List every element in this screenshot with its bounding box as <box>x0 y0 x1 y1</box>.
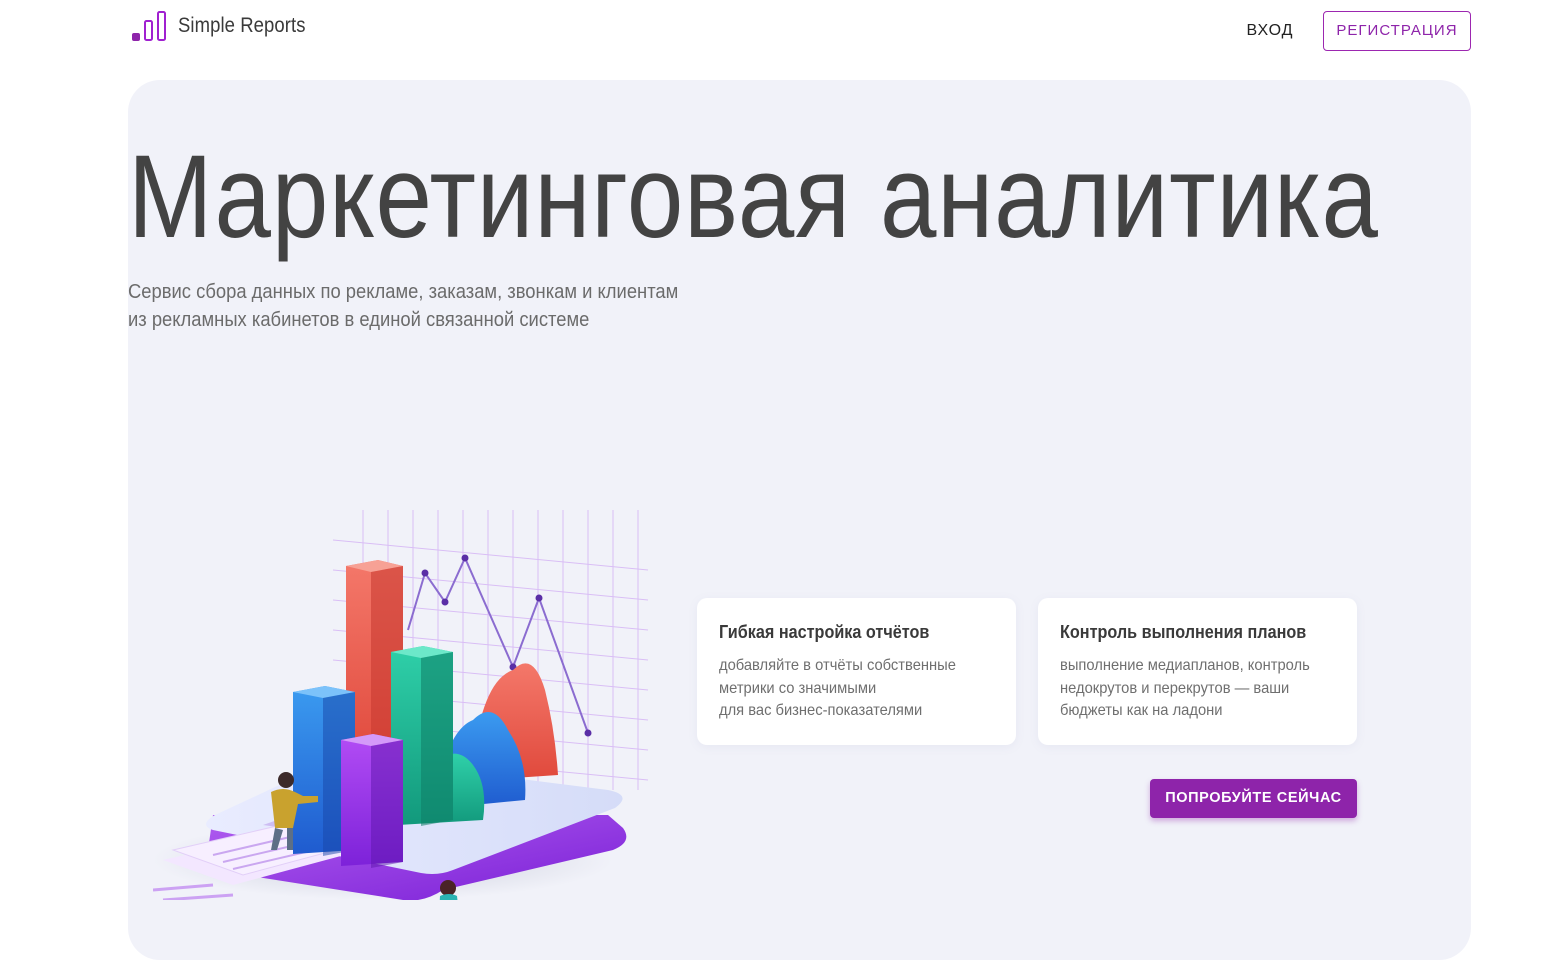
login-link[interactable]: ВХОД <box>1228 19 1312 43</box>
hero-subtitle-line: Сервис сбора данных по рекламе, заказам,… <box>128 281 679 303</box>
feature-card-text-line: бюджеты как на ладони <box>1060 702 1223 719</box>
feature-card-text-line: выполнение медиапланов, контроль <box>1060 657 1310 674</box>
site-header: Simple Reports ВХОД РЕГИСТРАЦИЯ <box>0 0 1564 62</box>
feature-card-text-line: метрики со значимыми <box>719 679 877 697</box>
try-now-button[interactable]: ПОПРОБУЙТЕ СЕЙЧАС <box>1150 779 1357 818</box>
hero-subtitle: Сервис сбора данных по рекламе, заказам,… <box>128 278 717 334</box>
feature-card-text-line: для вас бизнес-показателями <box>719 702 923 719</box>
brand-logo[interactable]: Simple Reports <box>130 10 323 42</box>
feature-card-text-line: недокрутов и перекрутов — ваши <box>1060 679 1290 697</box>
feature-card-plans: Контроль выполнения планов выполнение ме… <box>1038 598 1357 745</box>
feature-card-text-line: добавляйте в отчёты собственные <box>719 657 956 674</box>
feature-card-reports: Гибкая настройка отчётов добавляйте в от… <box>697 598 1016 745</box>
feature-card-text: добавляйте в отчёты собственные метрики … <box>719 655 972 723</box>
brand-name: Simple Reports <box>178 14 306 37</box>
analytics-chart-illustration <box>153 510 649 900</box>
hero-section: Маркетинговая аналитика Сервис сбора дан… <box>128 80 1471 960</box>
bar-chart-logo-icon <box>132 11 166 41</box>
register-button[interactable]: РЕГИСТРАЦИЯ <box>1323 11 1471 51</box>
feature-card-text: выполнение медиапланов, контроль недокру… <box>1060 655 1313 723</box>
hero-subtitle-line: из рекламных кабинетов в единой связанно… <box>128 309 590 331</box>
feature-card-title: Гибкая настройка отчётов <box>719 622 930 642</box>
hero-title: Маркетинговая аналитика <box>128 131 1379 263</box>
feature-card-title: Контроль выполнения планов <box>1060 622 1307 642</box>
